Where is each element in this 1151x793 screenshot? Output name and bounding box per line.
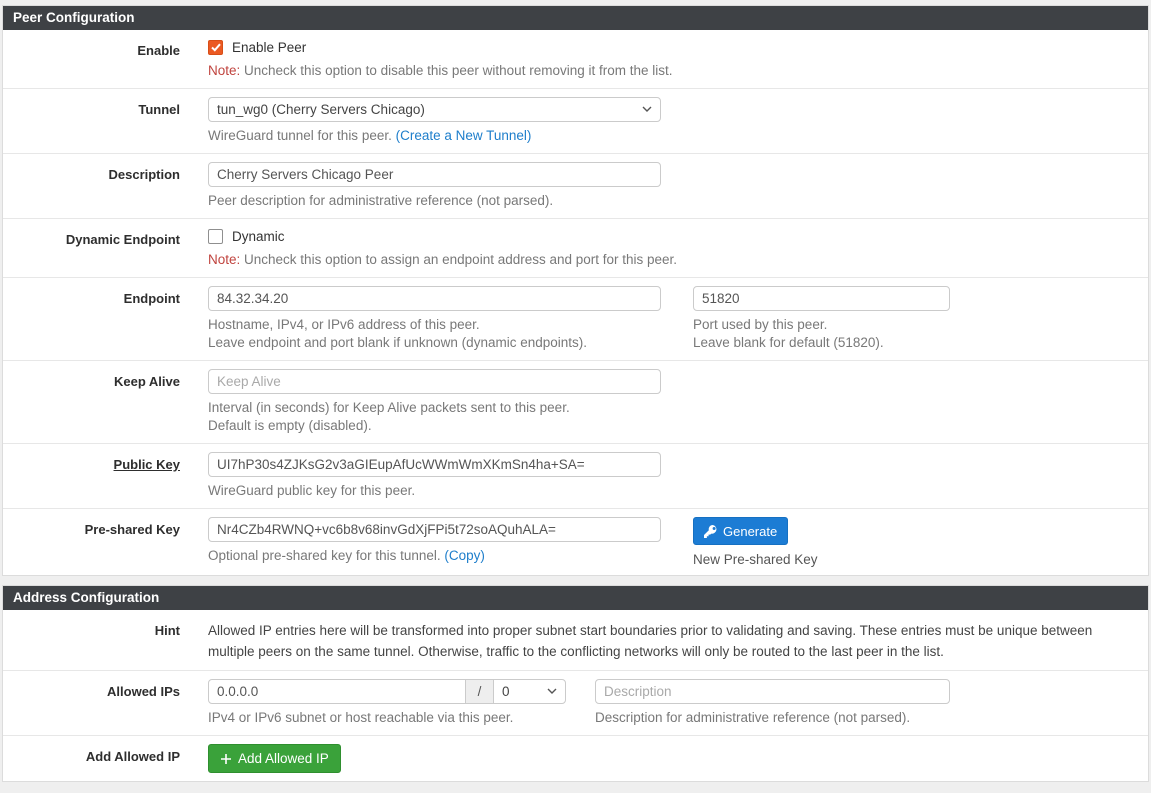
endpoint-address-input[interactable] bbox=[208, 286, 661, 311]
dynamic-checkbox[interactable] bbox=[208, 229, 223, 244]
hint-label: Hint bbox=[3, 618, 208, 662]
endpoint-row: Endpoint Hostname, IPv4, or IPv6 address… bbox=[3, 278, 1148, 361]
endpoint-label: Endpoint bbox=[3, 286, 208, 352]
add-allowed-ip-row: Add Allowed IP Add Allowed IP bbox=[3, 736, 1148, 781]
note-text: Uncheck this option to disable this peer… bbox=[240, 63, 672, 78]
keep-alive-help: Interval (in seconds) for Keep Alive pac… bbox=[208, 399, 1138, 435]
tunnel-select[interactable]: tun_wg0 (Cherry Servers Chicago) bbox=[208, 97, 661, 122]
endpoint-address-help: Hostname, IPv4, or IPv6 address of this … bbox=[208, 316, 693, 352]
description-help: Peer description for administrative refe… bbox=[208, 192, 1138, 210]
public-key-row: Public Key WireGuard public key for this… bbox=[3, 444, 1148, 509]
allowed-ip-address-help: IPv4 or IPv6 subnet or host reachable vi… bbox=[208, 709, 595, 727]
hint-row: Hint Allowed IP entries here will be tra… bbox=[3, 610, 1148, 671]
allowed-ip-description-help: Description for administrative reference… bbox=[595, 709, 1138, 727]
allowed-ips-label: Allowed IPs bbox=[3, 679, 208, 727]
copy-link[interactable]: (Copy) bbox=[444, 548, 485, 563]
public-key-input[interactable] bbox=[208, 452, 661, 477]
public-key-help: WireGuard public key for this peer. bbox=[208, 482, 1138, 500]
allowed-ip-description-input[interactable] bbox=[595, 679, 950, 704]
keep-alive-row: Keep Alive Interval (in seconds) for Kee… bbox=[3, 361, 1148, 444]
panel-title-address-configuration: Address Configuration bbox=[3, 586, 1148, 610]
enable-peer-checkbox[interactable] bbox=[208, 40, 223, 55]
tunnel-row: Tunnel tun_wg0 (Cherry Servers Chicago) … bbox=[3, 89, 1148, 154]
keep-alive-label: Keep Alive bbox=[3, 369, 208, 435]
generate-caption: New Pre-shared Key bbox=[693, 552, 1138, 567]
keep-alive-help-line1: Interval (in seconds) for Keep Alive pac… bbox=[208, 399, 1138, 417]
endpoint-address-help-line2: Leave endpoint and port blank if unknown… bbox=[208, 334, 693, 352]
preshared-key-input[interactable] bbox=[208, 517, 661, 542]
endpoint-address-help-line1: Hostname, IPv4, or IPv6 address of this … bbox=[208, 316, 693, 334]
tunnel-label: Tunnel bbox=[3, 97, 208, 145]
check-icon bbox=[211, 43, 221, 52]
create-new-tunnel-link[interactable]: (Create a New Tunnel) bbox=[396, 128, 532, 143]
note-prefix: Note: bbox=[208, 252, 240, 267]
description-input[interactable] bbox=[208, 162, 661, 187]
enable-note: Note: Uncheck this option to disable thi… bbox=[208, 62, 1138, 80]
allowed-ip-prefix-select[interactable]: 0 bbox=[493, 679, 566, 704]
public-key-label: Public Key bbox=[3, 452, 208, 500]
dynamic-endpoint-row: Dynamic Endpoint Dynamic Note: Uncheck t… bbox=[3, 219, 1148, 278]
endpoint-port-help-line2: Leave blank for default (51820). bbox=[693, 334, 1138, 352]
add-allowed-ip-label: Add Allowed IP bbox=[3, 744, 208, 773]
add-allowed-ip-button[interactable]: Add Allowed IP bbox=[208, 744, 341, 773]
dynamic-endpoint-note: Note: Uncheck this option to assign an e… bbox=[208, 251, 1138, 269]
endpoint-port-input[interactable] bbox=[693, 286, 950, 311]
allowed-ip-address-input[interactable] bbox=[208, 679, 466, 704]
subnet-separator: / bbox=[466, 679, 493, 704]
address-configuration-panel: Address Configuration Hint Allowed IP en… bbox=[2, 585, 1149, 782]
panel-title-peer-configuration: Peer Configuration bbox=[3, 6, 1148, 30]
keep-alive-input[interactable] bbox=[208, 369, 661, 394]
allowed-ips-row: Allowed IPs / 0 IPv4 or IPv6 subnet bbox=[3, 671, 1148, 736]
description-row: Description Peer description for adminis… bbox=[3, 154, 1148, 219]
note-prefix: Note: bbox=[208, 63, 240, 78]
preshared-key-help: Optional pre-shared key for this tunnel.… bbox=[208, 547, 693, 565]
tunnel-help-text: WireGuard tunnel for this peer. bbox=[208, 128, 396, 143]
key-icon bbox=[704, 525, 717, 538]
tunnel-help: WireGuard tunnel for this peer. (Create … bbox=[208, 127, 1138, 145]
enable-row: Enable Enable Peer Note: Uncheck this op… bbox=[3, 30, 1148, 89]
endpoint-port-help: Port used by this peer. Leave blank for … bbox=[693, 316, 1138, 352]
hint-text: Allowed IP entries here will be transfor… bbox=[208, 618, 1138, 662]
add-allowed-ip-button-label: Add Allowed IP bbox=[238, 751, 329, 766]
dynamic-endpoint-label: Dynamic Endpoint bbox=[3, 227, 208, 269]
keep-alive-help-line2: Default is empty (disabled). bbox=[208, 417, 1138, 435]
plus-icon bbox=[220, 753, 232, 765]
enable-label: Enable bbox=[3, 38, 208, 80]
peer-configuration-panel: Peer Configuration Enable Enable Peer No… bbox=[2, 5, 1149, 576]
endpoint-port-help-line1: Port used by this peer. bbox=[693, 316, 1138, 334]
dynamic-checkbox-label: Dynamic bbox=[232, 229, 285, 245]
generate-button-label: Generate bbox=[723, 524, 777, 539]
preshared-key-row: Pre-shared Key Optional pre-shared key f… bbox=[3, 509, 1148, 575]
enable-peer-checkbox-label: Enable Peer bbox=[232, 40, 306, 56]
note-text: Uncheck this option to assign an endpoin… bbox=[240, 252, 677, 267]
preshared-key-label: Pre-shared Key bbox=[3, 517, 208, 567]
generate-button[interactable]: Generate bbox=[693, 517, 788, 545]
preshared-key-help-text: Optional pre-shared key for this tunnel. bbox=[208, 548, 444, 563]
description-label: Description bbox=[3, 162, 208, 210]
